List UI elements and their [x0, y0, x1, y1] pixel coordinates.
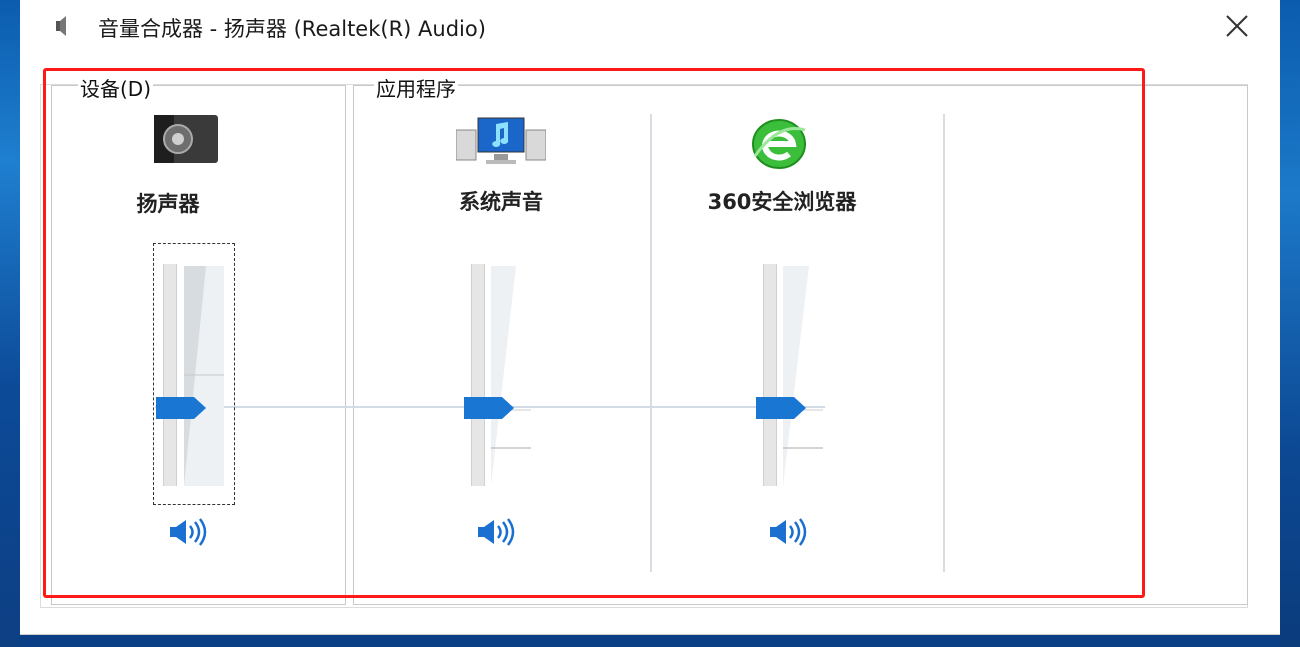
close-button[interactable] — [1216, 6, 1260, 46]
volume-speaker-icon — [50, 14, 74, 38]
window-title: 音量合成器 - 扬声器 (Realtek(R) Audio) — [98, 17, 486, 41]
desktop-background-left — [0, 0, 20, 647]
title-bar[interactable]: 音量合成器 - 扬声器 (Realtek(R) Audio) — [20, 0, 1280, 52]
volume-mixer-window: 音量合成器 - 扬声器 (Realtek(R) Audio) 设备(D) 应用程… — [20, 0, 1280, 635]
desktop-background-right — [1280, 0, 1300, 647]
annotation-highlight-box — [43, 68, 1145, 598]
close-icon — [1226, 15, 1248, 37]
